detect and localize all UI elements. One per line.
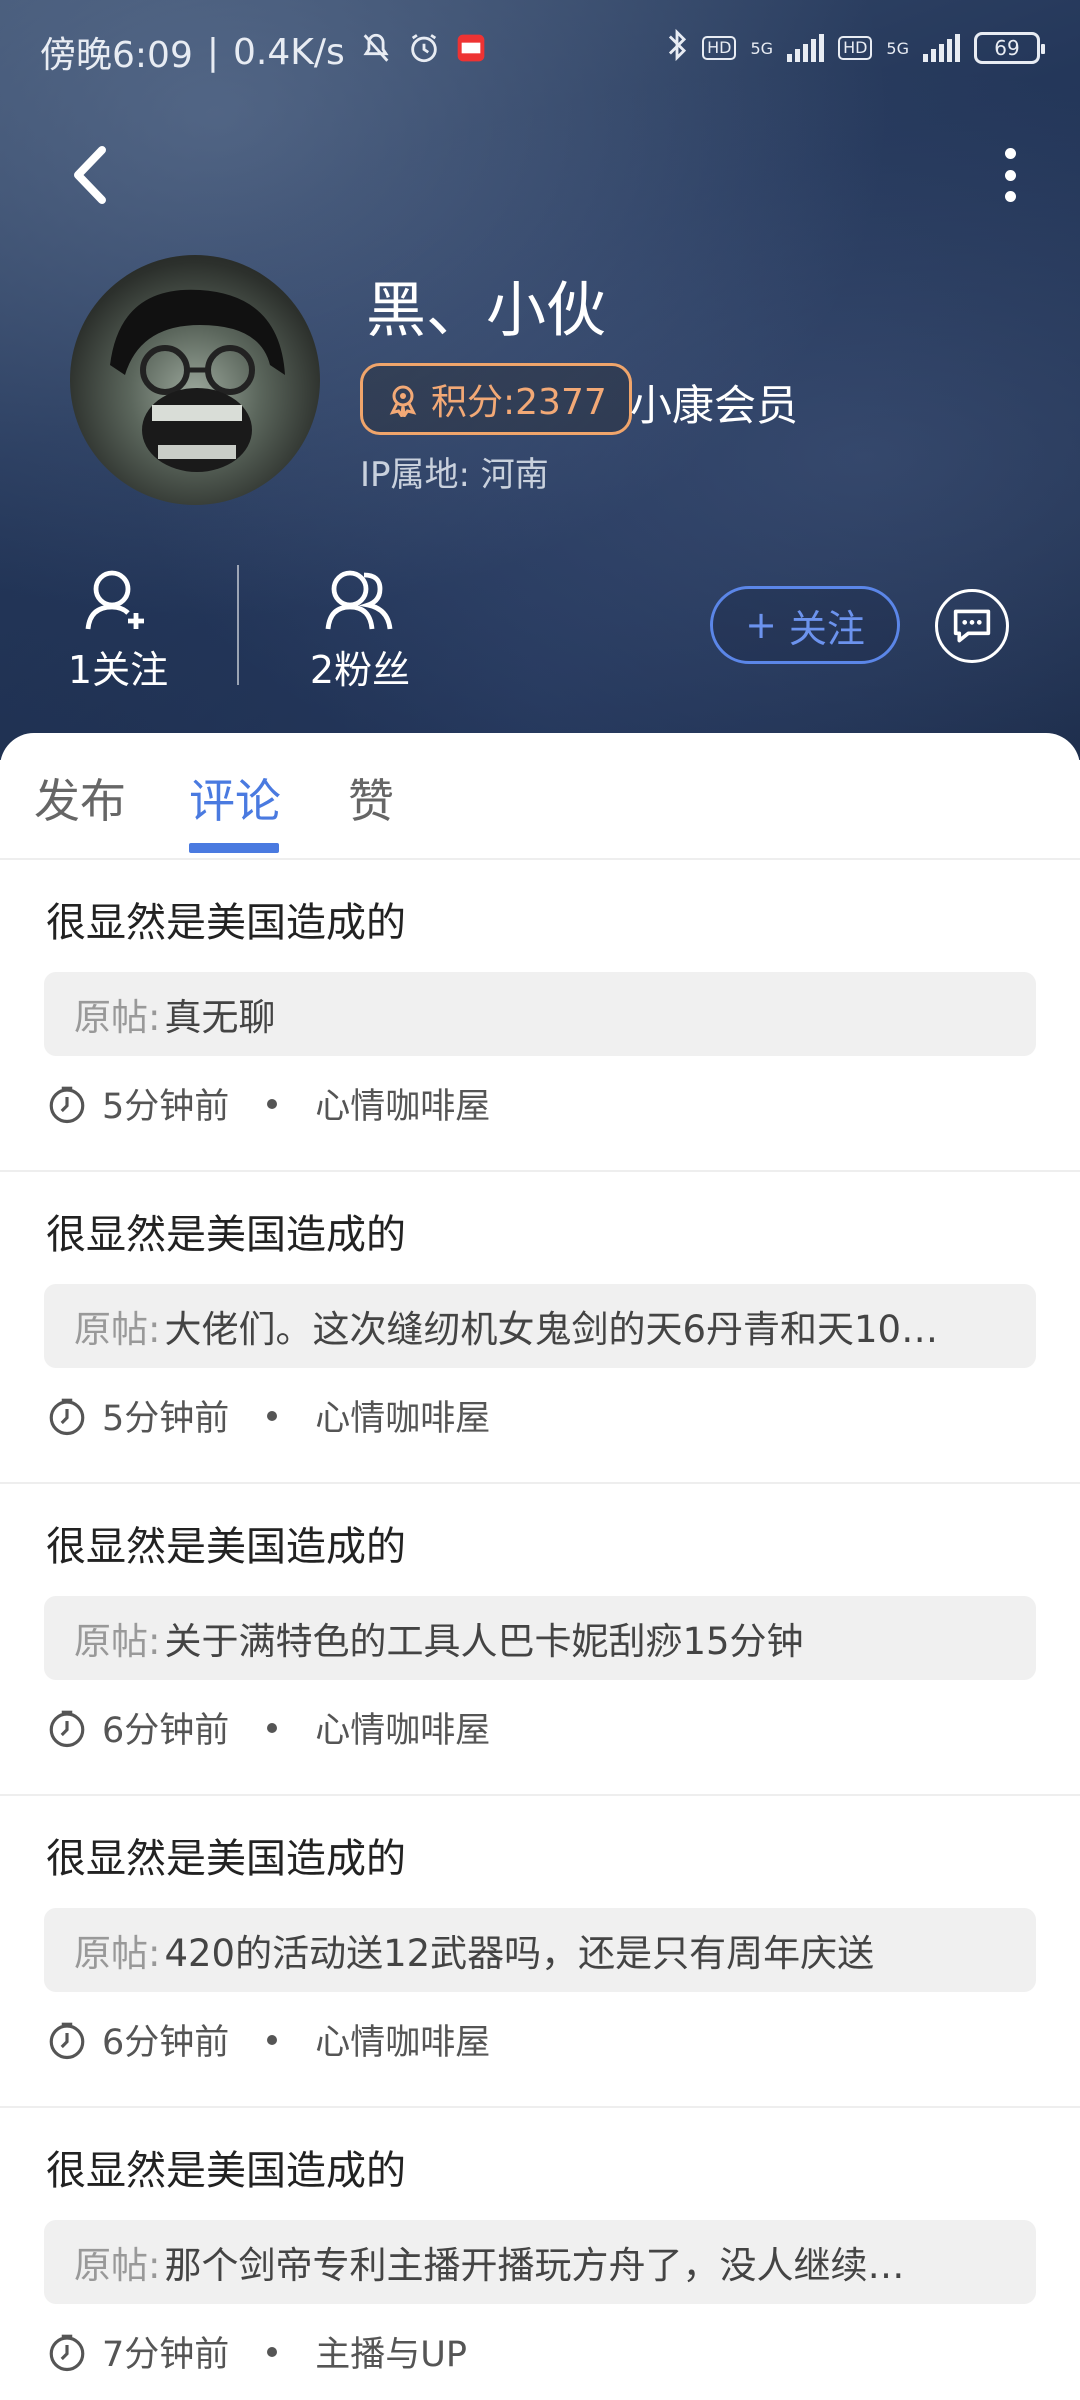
- status-separator: |: [206, 31, 219, 73]
- comment-text: 很显然是美国造成的: [46, 2148, 406, 2194]
- medal-icon: [389, 385, 417, 417]
- avatar-face-icon: [110, 289, 285, 472]
- username: 黑、小伙: [366, 276, 606, 346]
- original-post-label: 原帖:: [74, 2244, 161, 2287]
- original-post-title: 关于满特色的工具人巴卡妮刮痧15分钟: [164, 1620, 804, 1663]
- board-name[interactable]: 主播与UP: [315, 2326, 467, 2377]
- status-speed: 0.4K/s: [232, 31, 345, 73]
- stats-divider: [237, 565, 239, 685]
- points-badge[interactable]: 积分:2377: [360, 363, 632, 435]
- comment-time: 6分钟前: [102, 2023, 230, 2063]
- active-tab-indicator: [189, 843, 279, 853]
- separator-dot: [267, 1098, 278, 1109]
- board-name[interactable]: 心情咖啡屋: [315, 1702, 490, 1753]
- ip-location: IP属地: 河南: [360, 455, 549, 495]
- original-post-link[interactable]: 原帖: 大佬们。这次缝纫机女鬼剑的天6丹青和天10…: [44, 1284, 1036, 1368]
- original-post-link[interactable]: 原帖: 420的活动送12武器吗，还是只有周年庆送: [44, 1908, 1036, 1992]
- status-bar: 傍晚6:09 | 0.4K/s HD 5G HD 5G 69: [0, 0, 1080, 100]
- mute-bell-icon: [359, 31, 393, 74]
- comment-time: 5分钟前: [102, 1399, 230, 1439]
- member-level: 小康会员: [630, 381, 799, 430]
- tab-comments[interactable]: 评论: [189, 765, 281, 831]
- alarm-clock-icon: [407, 31, 441, 74]
- following-count: 1关注: [67, 648, 169, 692]
- avatar[interactable]: [70, 255, 320, 505]
- comment-item[interactable]: 很显然是美国造成的 原帖: 那个剑帝专利主播开播玩方舟了，没人继续… 7分钟前 …: [0, 2108, 1080, 2400]
- comment-meta: 5分钟前 心情咖啡屋: [46, 1390, 490, 1441]
- fans-stat[interactable]: 2粉丝: [260, 565, 460, 694]
- status-time: 傍晚6:09: [40, 35, 193, 76]
- board-name[interactable]: 心情咖啡屋: [315, 1078, 490, 1129]
- more-dot-icon: [1004, 169, 1016, 181]
- comment-item[interactable]: 很显然是美国造成的 原帖: 420的活动送12武器吗，还是只有周年庆送 6分钟前…: [0, 1796, 1080, 2108]
- comment-text: 很显然是美国造成的: [46, 1212, 406, 1258]
- more-dot-icon: [1004, 148, 1016, 159]
- board-name[interactable]: 心情咖啡屋: [315, 2014, 490, 2065]
- original-post-link[interactable]: 原帖: 真无聊: [44, 972, 1036, 1056]
- battery-level: 69: [994, 36, 1020, 60]
- more-options-button[interactable]: [995, 140, 1025, 210]
- comment-meta: 7分钟前 主播与UP: [46, 2326, 467, 2377]
- comment-text: 很显然是美国造成的: [46, 1836, 406, 1882]
- comment-time: 7分钟前: [102, 2335, 230, 2375]
- original-post-label: 原帖:: [74, 1932, 161, 1975]
- fans-count: 2粉丝: [309, 648, 411, 692]
- chat-bubble-icon: [953, 609, 991, 643]
- message-button[interactable]: [935, 589, 1009, 663]
- tab-posts[interactable]: 发布: [34, 765, 126, 831]
- original-post-title: 那个剑帝专利主播开播玩方舟了，没人继续…: [164, 2244, 905, 2287]
- bluetooth-icon: [666, 28, 688, 68]
- plus-icon: +: [745, 603, 777, 647]
- comment-meta: 5分钟前 心情咖啡屋: [46, 1078, 490, 1129]
- following-stat[interactable]: 1关注: [18, 565, 218, 694]
- comment-meta: 6分钟前 心情咖啡屋: [46, 2014, 490, 2065]
- original-post-link[interactable]: 原帖: 那个剑帝专利主播开播玩方舟了，没人继续…: [44, 2220, 1036, 2304]
- app-notification-icon: [455, 32, 487, 73]
- original-post-title: 420的活动送12武器吗，还是只有周年庆送: [164, 1932, 875, 1975]
- comment-time: 5分钟前: [102, 1087, 230, 1127]
- comment-text: 很显然是美国造成的: [46, 1524, 406, 1570]
- points-label: 积分:2377: [431, 382, 607, 423]
- comment-item[interactable]: 很显然是美国造成的 原帖: 真无聊 5分钟前 心情咖啡屋: [0, 860, 1080, 1172]
- back-button[interactable]: [62, 140, 122, 210]
- original-post-label: 原帖:: [74, 1308, 161, 1351]
- separator-dot: [267, 2034, 278, 2045]
- original-post-label: 原帖:: [74, 1620, 161, 1663]
- content-panel: 发布 评论 赞 很显然是美国造成的 原帖: 真无聊 5分钟前 心情咖啡屋 很显然…: [0, 733, 1080, 2400]
- following-user-icon: [18, 565, 218, 637]
- original-post-title: 大佬们。这次缝纫机女鬼剑的天6丹青和天10…: [164, 1308, 939, 1351]
- back-arrow-icon: [74, 146, 106, 204]
- separator-dot: [267, 1722, 278, 1733]
- more-dot-icon: [1004, 191, 1016, 202]
- follow-button[interactable]: + 关注: [710, 586, 900, 664]
- comment-meta: 6分钟前 心情咖啡屋: [46, 1702, 490, 1753]
- comment-item[interactable]: 很显然是美国造成的 原帖: 大佬们。这次缝纫机女鬼剑的天6丹青和天10… 5分钟…: [0, 1172, 1080, 1484]
- clock-icon: [49, 2334, 85, 2371]
- signal-icon-2: [923, 34, 960, 62]
- signal-icon: [787, 34, 825, 62]
- original-post-link[interactable]: 原帖: 关于满特色的工具人巴卡妮刮痧15分钟: [44, 1596, 1036, 1680]
- separator-dot: [267, 2346, 278, 2357]
- original-post-label: 原帖:: [74, 996, 161, 1039]
- separator-dot: [267, 1410, 278, 1421]
- comment-item[interactable]: 很显然是美国造成的 原帖: 关于满特色的工具人巴卡妮刮痧15分钟 6分钟前 心情…: [0, 1484, 1080, 1796]
- clock-icon: [49, 2022, 85, 2059]
- original-post-title: 真无聊: [164, 996, 276, 1039]
- board-name[interactable]: 心情咖啡屋: [315, 1390, 490, 1441]
- tab-likes[interactable]: 赞: [348, 765, 394, 831]
- hd-badge: HD: [702, 36, 737, 60]
- hd-badge-2: HD: [838, 36, 873, 60]
- clock-icon: [49, 1398, 85, 1435]
- fans-users-icon: [260, 565, 460, 637]
- network-type-2: 5G: [886, 38, 909, 58]
- tab-bar: 发布 评论 赞: [0, 733, 1080, 860]
- comment-time: 6分钟前: [102, 1711, 230, 1751]
- battery-icon: 69: [974, 32, 1045, 64]
- network-type: 5G: [750, 38, 774, 58]
- clock-icon: [49, 1086, 85, 1123]
- follow-button-label: 关注: [788, 606, 865, 651]
- clock-icon: [49, 1710, 85, 1747]
- comment-text: 很显然是美国造成的: [46, 900, 406, 946]
